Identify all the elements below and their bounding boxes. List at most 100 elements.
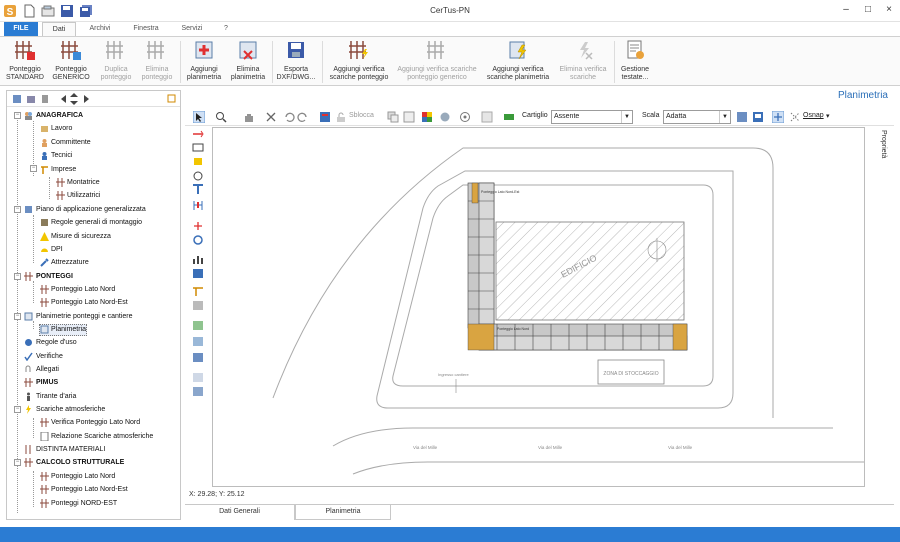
tree-expander[interactable]: − [14, 273, 21, 280]
chart-tool-icon[interactable] [192, 254, 204, 265]
copy-icon[interactable] [387, 111, 399, 123]
tree-expander[interactable]: − [14, 112, 21, 119]
tree-node-imprese[interactable]: Imprese [51, 165, 76, 175]
tab-help[interactable]: ? [216, 22, 236, 36]
ponteggio-standard-button[interactable]: Ponteggio STANDARD [4, 39, 46, 82]
cartiglio-select[interactable]: Assente ▼ [551, 110, 633, 124]
tree-node-dpi[interactable]: DPI [51, 245, 63, 255]
tree-node-allegati[interactable]: Allegati [36, 365, 59, 375]
polygon-tool-icon[interactable] [192, 156, 204, 167]
duplica-ponteggio-button[interactable]: Duplica ponteggio [96, 39, 136, 82]
snap-icon[interactable] [772, 111, 784, 123]
elimina-planimetria-button[interactable]: Elimina planimetria [228, 39, 268, 82]
tree-node-calcolo-lato-nord[interactable]: Ponteggio Lato Nord [51, 472, 115, 482]
tree-node-scariche-atmosferiche[interactable]: Scariche atmosferiche [36, 405, 105, 415]
tab-planimetria[interactable]: Planimetria [295, 505, 391, 520]
tree-node-ponteggio-lato-nord[interactable]: Ponteggio Lato Nord [51, 285, 115, 295]
minimize-button[interactable]: – [835, 2, 857, 18]
unlock-icon[interactable] [335, 111, 347, 123]
tree-node-regole-uso[interactable]: Regole d'uso [36, 338, 77, 348]
view-icon[interactable] [459, 111, 471, 123]
aggiungi-planimetria-button[interactable]: Aggiungi planimetria [184, 39, 224, 82]
color-icon[interactable] [421, 111, 433, 123]
esporta-dxf-button[interactable]: Esporta DXF/DWG... [274, 39, 318, 82]
chevron-down-icon[interactable]: ▾ [826, 112, 830, 120]
tree-node-regole-montaggio[interactable]: Regole generali di montaggio [51, 218, 142, 228]
insert-tool-icon[interactable] [192, 352, 204, 363]
frame-icon[interactable] [481, 111, 493, 123]
text-tool-icon[interactable] [192, 184, 204, 195]
tree-node-tecnici[interactable]: Tecnici [51, 151, 72, 161]
tree-expander[interactable]: − [14, 406, 21, 413]
line-tool-icon[interactable] [192, 128, 204, 139]
gestione-testate-button[interactable]: Gestione testate... [616, 39, 654, 82]
arrow-right-icon[interactable] [81, 94, 91, 104]
open-folder-icon[interactable] [41, 4, 55, 18]
image-tool-icon[interactable] [192, 320, 204, 331]
properties-icon[interactable] [319, 111, 331, 123]
print-preview-icon[interactable] [736, 111, 748, 123]
crane-tool-icon[interactable] [192, 286, 204, 297]
pan-hand-icon[interactable] [243, 111, 255, 123]
tree-open-icon[interactable] [26, 94, 36, 104]
maximize-button[interactable]: □ [857, 2, 879, 18]
tree-node-calcolo-lato-nord-est[interactable]: Ponteggio Lato Nord-Est [51, 485, 128, 495]
pattern-tool-icon[interactable] [192, 300, 204, 311]
save-all-icon[interactable] [79, 4, 93, 18]
hatch-tool-icon[interactable] [192, 268, 204, 279]
tree-node-distinta-materiali[interactable]: DISTINTA MATERIALI [36, 445, 105, 455]
tree-node-anagrafica[interactable]: ANAGRAFICA [36, 111, 83, 121]
tree-expander[interactable]: − [14, 459, 21, 466]
osnap-icon[interactable] [789, 111, 801, 123]
aggiungi-verifica-scariche-ponteggio-button[interactable]: Aggiungi verifica scariche ponteggio [326, 39, 392, 82]
block-tool-icon[interactable] [192, 336, 204, 347]
arrow-up-down-icon[interactable] [69, 92, 79, 106]
tree-node-planimetrie[interactable]: Planimetrie ponteggi e cantiere [36, 312, 133, 322]
tree-list-icon[interactable] [40, 94, 50, 104]
tree-node-piano-applicazione[interactable]: Piano di applicazione generalizzata [36, 205, 146, 215]
table-tool-icon[interactable] [192, 386, 204, 397]
layers-icon[interactable] [403, 111, 415, 123]
rotate-tool-icon[interactable] [192, 234, 204, 245]
render-icon[interactable] [439, 111, 451, 123]
export-image-icon[interactable] [752, 111, 764, 123]
save-icon[interactable] [60, 4, 74, 18]
tree-expander[interactable]: − [14, 313, 21, 320]
sblocca-button[interactable]: Sblocca [349, 112, 374, 119]
tab-file[interactable]: FILE [4, 22, 38, 36]
tab-dati-generali[interactable]: Dati Generali [185, 505, 295, 520]
tree-node-committente[interactable]: Committente [51, 138, 91, 148]
properties-side-tab[interactable]: Proprietà [873, 130, 887, 180]
arrow-left-icon[interactable] [59, 94, 69, 104]
tree-view-icon[interactable] [12, 94, 22, 104]
tree-node-calcolo-strutturale[interactable]: CALCOLO STRUTTURALE [36, 458, 124, 468]
tree-node-calcolo-nord-est[interactable]: Ponteggi NORD-EST [51, 499, 117, 509]
tree-node-ponteggi[interactable]: PONTEGGI [36, 272, 73, 282]
close-button[interactable]: × [878, 2, 900, 18]
tree-node-verifica-ponteggio[interactable]: Verifica Ponteggio Lato Nord [51, 418, 140, 428]
arc-tool-icon[interactable] [192, 170, 204, 181]
tree-node-relazione-scariche[interactable]: Relazione Scariche atmosferiche [51, 432, 153, 442]
delete-icon[interactable] [265, 111, 277, 123]
tree-node-pimus[interactable]: PIMUS [36, 378, 58, 388]
tree-node-planimetria[interactable]: Planimetria [51, 325, 86, 335]
tree-node-lavoro[interactable]: Lavoro [51, 124, 72, 134]
tree-node-attrezzature[interactable]: Attrezzature [51, 258, 89, 268]
tab-archivi[interactable]: Archivi [82, 22, 118, 36]
tree-node-misure-sicurezza[interactable]: Misure di sicurezza [51, 232, 111, 242]
tab-servizi[interactable]: Servizi [174, 22, 210, 36]
tree-node-tirante-aria[interactable]: Tirante d'aria [36, 392, 76, 402]
tree-node-verifiche[interactable]: Verifiche [36, 352, 63, 362]
tab-finestra[interactable]: Finestra [126, 22, 166, 36]
dimension-tool-icon[interactable] [192, 200, 204, 211]
aggiungi-verifica-scariche-generico-button[interactable]: Aggiungi verifica scariche ponteggio gen… [394, 39, 480, 82]
tree-node-ponteggio-lato-nord-est[interactable]: Ponteggio Lato Nord-Est [51, 298, 128, 308]
tree-expander[interactable]: − [30, 165, 37, 172]
tree-node-utilizzatrici[interactable]: Utilizzatrici [67, 191, 100, 201]
grid-tool-icon[interactable] [192, 372, 204, 383]
zoom-icon[interactable] [215, 111, 227, 123]
tree-expander[interactable]: − [14, 206, 21, 213]
drawing-canvas[interactable]: EDIFICIO Ponteggio Lato Nord-Est Pontegg… [212, 127, 865, 487]
move-tool-icon[interactable] [192, 220, 204, 231]
ponteggio-generico-button[interactable]: Ponteggio GENERICO [50, 39, 92, 82]
